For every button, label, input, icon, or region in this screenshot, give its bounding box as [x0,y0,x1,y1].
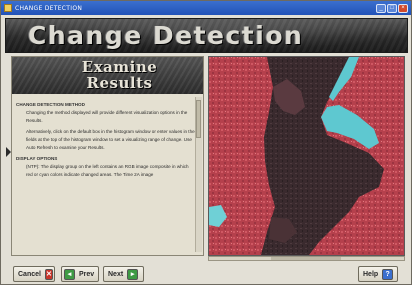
app-icon [4,4,12,12]
paragraph-histogram: Alternatively, click on the default box … [26,129,195,150]
cancel-button-label: Cancel [18,270,41,278]
prev-button[interactable]: ◂ Prev [61,266,99,282]
arrow-right-icon: ▸ [127,268,139,280]
arrow-left-icon: ◂ [64,268,75,280]
window-controls: _ □ × [376,3,408,13]
maximize-button[interactable]: □ [387,3,397,13]
instructions-panel: Examine Results CHANGE DETECTION METHOD … [11,56,204,256]
header-banner: Change Detection [5,18,408,53]
viewer-horizontal-scrollbar[interactable] [208,256,405,261]
banner-title: Change Detection [28,21,304,50]
close-button[interactable]: × [398,3,408,13]
close-icon: ✕ [44,268,53,280]
paragraph-methods: Changing the method displayed will provi… [26,110,188,123]
cancel-button[interactable]: Cancel ✕ [13,266,55,282]
instructions-scrollbar[interactable] [195,97,202,252]
heading-change-detection-method: CHANGE DETECTION METHOD [16,102,85,107]
prev-button-label: Prev [79,270,95,278]
help-button-label: Help [363,270,379,278]
heading-display-options: DISPLAY OPTIONS [16,156,58,161]
section-header: Examine Results [12,57,203,94]
change-detection-image-viewer[interactable] [208,56,405,256]
instructions-text: CHANGE DETECTION METHOD Changing the met… [16,99,196,251]
viewer-scrollbar-thumb[interactable] [271,257,341,260]
question-icon: ? [382,268,394,280]
paragraph-display: (NTP): The display group on the left con… [26,164,189,177]
application-window: CHANGE DETECTION _ □ × Change Detection … [0,0,412,285]
scrollbar-thumb[interactable] [196,100,201,138]
next-button[interactable]: Next ▸ [103,266,144,282]
next-button-label: Next [108,270,124,278]
title-bar: CHANGE DETECTION _ □ × [1,1,411,15]
help-button[interactable]: Help ? [358,266,398,282]
minimize-button[interactable]: _ [376,3,386,13]
window-title: CHANGE DETECTION [15,4,83,12]
change-image [209,57,404,255]
section-title-line2: Results [86,74,153,92]
